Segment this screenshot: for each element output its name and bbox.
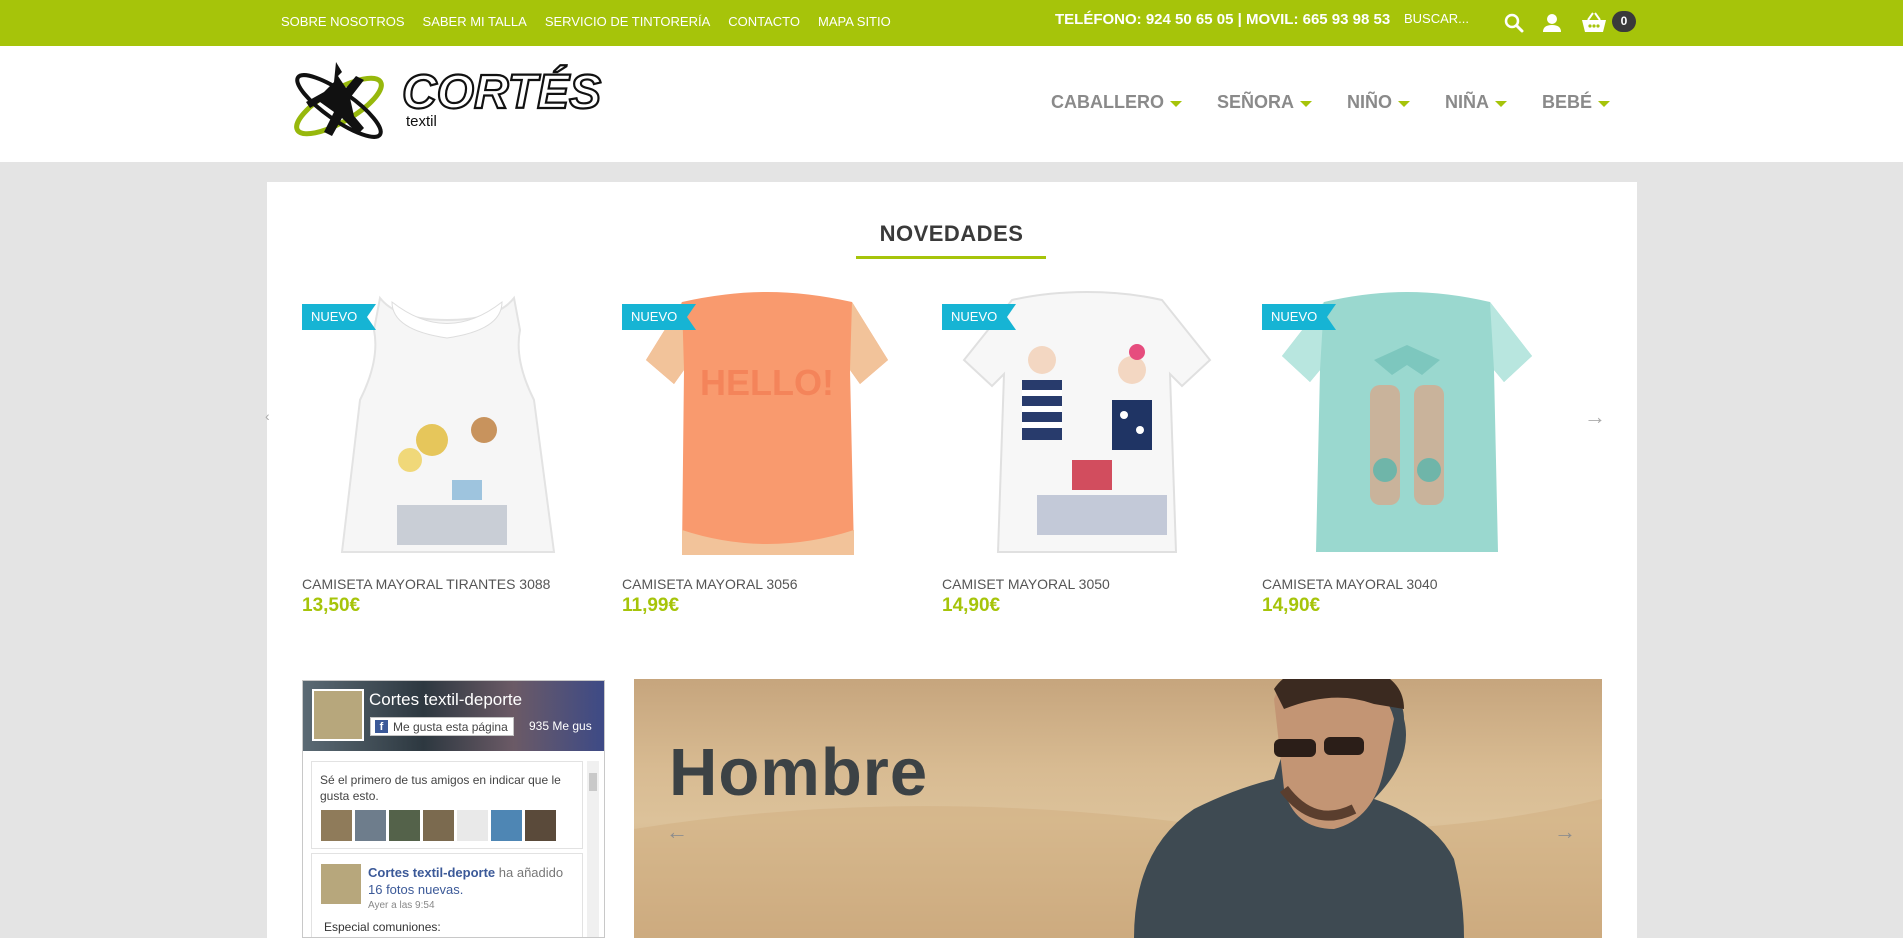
nav-label: NIÑA	[1445, 92, 1490, 112]
nav-nina[interactable]: NIÑA	[1445, 92, 1508, 113]
nav-label: NIÑO	[1347, 92, 1393, 112]
link-mapa-sitio[interactable]: MAPA SITIO	[818, 14, 891, 29]
facebook-faces	[321, 810, 556, 841]
svg-text:HELLO!: HELLO!	[700, 362, 834, 403]
chevron-down-icon	[1300, 101, 1313, 107]
facebook-friends-box: Sé el primero de tus amigos en indicar q…	[311, 761, 583, 849]
product-image[interactable]: HELLO!	[622, 290, 912, 560]
banner-title: Hombre	[669, 735, 929, 810]
new-badge: NUEVO	[622, 304, 697, 330]
section-underline	[856, 256, 1046, 259]
section-title: NOVEDADES	[879, 221, 1024, 246]
cart-count-badge[interactable]: 0	[1612, 11, 1636, 32]
product-name[interactable]: CAMISETA MAYORAL TIRANTES 3088	[302, 576, 550, 592]
facebook-page-avatar[interactable]	[312, 689, 364, 741]
link-saber-mi-talla[interactable]: SABER MI TALLA	[423, 14, 527, 29]
avatar[interactable]	[423, 810, 454, 841]
facebook-page-name[interactable]: Cortes textil-deporte	[369, 690, 522, 710]
logo-text: CORTÉS	[402, 65, 601, 119]
facebook-post-time[interactable]: Ayer a las 9:54	[368, 900, 435, 911]
facebook-header: Cortes textil-deporte Me gusta esta pági…	[303, 681, 604, 751]
top-bar: SOBRE NOSOTROS SABER MI TALLA SERVICIO D…	[0, 0, 1903, 46]
product-price: 14,90€	[1262, 595, 1321, 616]
facebook-post-heading: Cortes textil-deporte ha añadido 16 foto…	[368, 864, 578, 898]
logo-subtext: textil	[406, 113, 437, 130]
new-badge: NUEVO	[1262, 304, 1337, 330]
nav-label: SEÑORA	[1217, 92, 1295, 112]
banner-prev-arrow[interactable]: ←	[666, 819, 688, 845]
avatar[interactable]	[389, 810, 420, 841]
product-price: 11,99€	[622, 595, 680, 616]
facebook-post-avatar[interactable]	[321, 864, 361, 904]
facebook-post-text: Especial comuniones:	[324, 920, 441, 934]
facebook-post-action: ha añadido	[498, 865, 564, 880]
search-input[interactable]: BUSCAR...	[1404, 11, 1469, 26]
chevron-down-icon	[1495, 101, 1508, 107]
facebook-friends-text: Sé el primero de tus amigos en indicar q…	[320, 773, 561, 803]
avatar[interactable]	[457, 810, 488, 841]
new-badge: NUEVO	[302, 304, 377, 330]
user-icon[interactable]	[1539, 10, 1565, 36]
nav-senora[interactable]: SEÑORA	[1217, 92, 1313, 113]
basket-icon[interactable]	[1580, 10, 1608, 36]
product-name[interactable]: CAMISET MAYORAL 3050	[942, 576, 1110, 592]
link-tintoreria[interactable]: SERVICIO DE TINTORERÍA	[545, 14, 710, 29]
facebook-widget: Cortes textil-deporte Me gusta esta pági…	[302, 680, 605, 938]
product-image[interactable]	[302, 290, 592, 560]
avatar[interactable]	[525, 810, 556, 841]
top-links: SOBRE NOSOTROS SABER MI TALLA SERVICIO D…	[281, 14, 891, 29]
nav-caballero[interactable]: CABALLERO	[1051, 92, 1182, 113]
carousel-prev-arrow[interactable]: ‹	[265, 408, 270, 424]
avatar[interactable]	[355, 810, 386, 841]
link-contacto[interactable]: CONTACTO	[728, 14, 800, 29]
link-sobre-nosotros[interactable]: SOBRE NOSOTROS	[281, 14, 405, 29]
facebook-post: Cortes textil-deporte ha añadido 16 foto…	[311, 853, 583, 937]
search-icon[interactable]	[1501, 10, 1527, 36]
product-name[interactable]: CAMISETA MAYORAL 3056	[622, 576, 798, 592]
phone-info: TELÉFONO: 924 50 65 05 | MOVIL: 665 93 9…	[1055, 11, 1391, 28]
logo[interactable]: CORTÉS textil	[284, 58, 629, 154]
product-image[interactable]	[1262, 290, 1552, 560]
product-price: 14,90€	[942, 595, 1001, 616]
banner-next-arrow[interactable]: →	[1554, 819, 1576, 845]
facebook-like-count: 935 Me gus	[529, 719, 592, 733]
chevron-down-icon	[1170, 101, 1182, 107]
new-badge: NUEVO	[942, 304, 1017, 330]
hero-banner[interactable]: Hombre ← →	[634, 679, 1602, 938]
carousel-next-arrow[interactable]: →	[1584, 404, 1606, 430]
facebook-post-link[interactable]: 16 fotos nuevas.	[368, 882, 463, 897]
product-image[interactable]	[942, 290, 1232, 560]
facebook-scrollbar[interactable]	[587, 761, 599, 937]
avatar[interactable]	[321, 810, 352, 841]
avatar[interactable]	[491, 810, 522, 841]
product-name[interactable]: CAMISETA MAYORAL 3040	[1262, 576, 1438, 592]
main-nav: CABALLERO SEÑORA NIÑO NIÑA BEBÉ	[1051, 92, 1645, 113]
product-price: 13,50€	[302, 595, 361, 616]
nav-nino[interactable]: NIÑO	[1347, 92, 1411, 113]
facebook-post-author[interactable]: Cortes textil-deporte	[368, 865, 495, 880]
nav-label: CABALLERO	[1051, 92, 1164, 112]
nav-label: BEBÉ	[1542, 92, 1593, 112]
nav-bebe[interactable]: BEBÉ	[1542, 92, 1611, 113]
facebook-like-button[interactable]: Me gusta esta página	[370, 717, 514, 736]
chevron-down-icon	[1598, 101, 1611, 107]
chevron-down-icon	[1398, 101, 1411, 107]
